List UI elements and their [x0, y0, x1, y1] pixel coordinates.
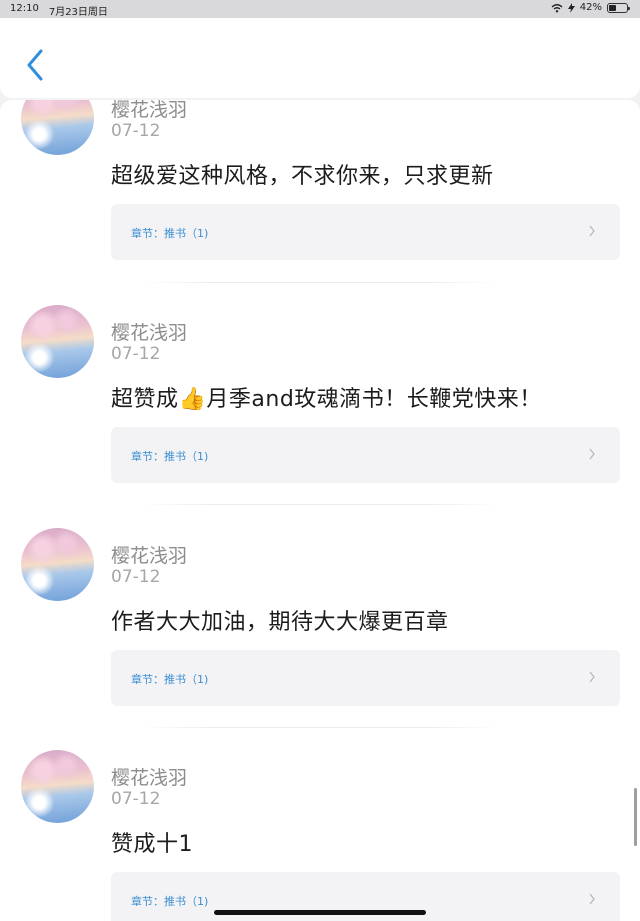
avatar[interactable]: [21, 528, 94, 601]
back-button[interactable]: [18, 46, 52, 84]
charging-icon: [567, 2, 575, 13]
comment-username[interactable]: 樱花浅羽: [111, 541, 187, 568]
chapter-label: 章节：推书（1): [131, 895, 209, 908]
chevron-left-icon: [27, 49, 43, 81]
comment-text: 超赞成👍月季and玫魂滴书！长鞭党快来！: [111, 387, 542, 412]
battery-icon: [607, 2, 630, 13]
chapter-link[interactable]: 章节：推书（1): [111, 427, 620, 483]
avatar[interactable]: [21, 305, 94, 378]
scrollbar[interactable]: [634, 788, 637, 846]
divider: [140, 282, 500, 283]
chapter-link[interactable]: 章节：推书（1): [111, 204, 620, 260]
comment-date: 07-12: [111, 344, 161, 364]
chapter-label: 章节：推书（1): [131, 450, 209, 463]
chapter-link[interactable]: 章节：推书（1): [111, 650, 620, 706]
chapter-label: 章节：推书（1): [131, 227, 209, 240]
divider: [140, 504, 500, 505]
status-left: 12:10 7月23日周日: [10, 3, 108, 18]
status-bar: 12:10 7月23日周日 42%: [0, 0, 640, 18]
avatar[interactable]: [21, 100, 94, 155]
status-right: 42%: [551, 2, 630, 13]
chevron-right-icon: [589, 671, 595, 683]
status-date: 7月23日周日: [48, 7, 108, 18]
battery-percent: 42%: [579, 2, 602, 13]
wifi-icon: [551, 3, 563, 12]
comment-feed[interactable]: 樱花浅羽 07-12 超级爱这种风格，不求你来，只求更新 章节：推书（1) 樱花…: [0, 100, 640, 921]
comment-text: 赞成十1: [111, 832, 193, 857]
comment-date: 07-12: [111, 121, 161, 141]
status-time: 12:10: [10, 3, 39, 14]
comment-username[interactable]: 樱花浅羽: [111, 763, 187, 790]
chapter-label: 章节：推书（1): [131, 673, 209, 686]
nav-bar: [0, 18, 640, 98]
comment-text: 作者大大加油，期待大大爆更百章: [111, 610, 449, 635]
avatar[interactable]: [21, 750, 94, 823]
divider: [140, 727, 500, 728]
comment-username[interactable]: 樱花浅羽: [111, 318, 187, 345]
battery-level: [609, 4, 617, 11]
chevron-right-icon: [589, 448, 595, 460]
chevron-right-icon: [589, 225, 595, 237]
home-indicator[interactable]: [214, 910, 426, 915]
chevron-right-icon: [589, 893, 595, 905]
comment-text: 超级爱这种风格，不求你来，只求更新: [111, 164, 494, 189]
comment-date: 07-12: [111, 567, 161, 587]
comment-username[interactable]: 樱花浅羽: [111, 100, 187, 122]
comment-date: 07-12: [111, 789, 161, 809]
